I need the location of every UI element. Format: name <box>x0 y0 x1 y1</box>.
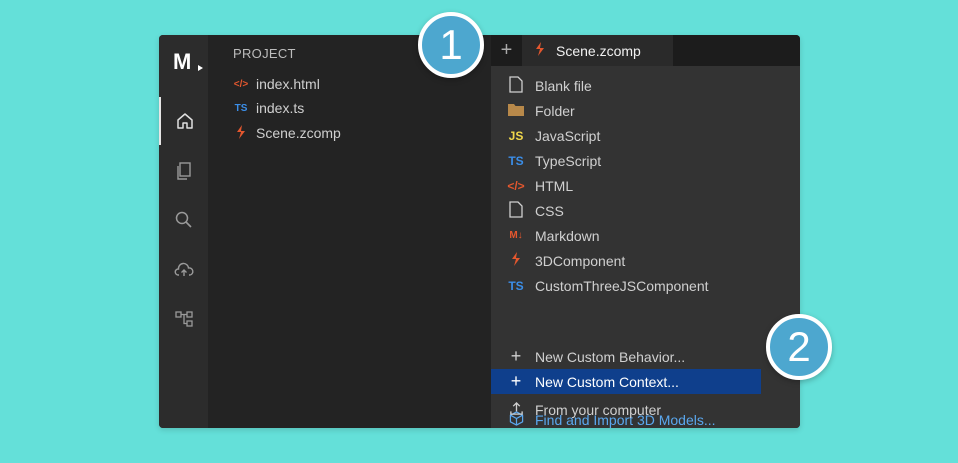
project-title: PROJECT <box>233 46 296 61</box>
menu-item-markdown[interactable]: M↓ Markdown <box>491 223 800 248</box>
menu-item-label: New Custom Context... <box>535 373 679 390</box>
typescript-icon: TS <box>508 278 524 293</box>
menu-item-javascript[interactable]: JS JavaScript <box>491 123 800 148</box>
menu-item-label: CSS <box>535 202 564 219</box>
menu-item-3dcomponent[interactable]: 3DComponent <box>491 248 800 273</box>
menu-item-label: New Custom Behavior... <box>535 348 686 365</box>
markdown-icon: M↓ <box>509 230 523 241</box>
typescript-icon: TS <box>508 153 524 168</box>
callout-1: 1 <box>418 12 484 78</box>
menu-item-new-custom-behavior[interactable]: + New Custom Behavior... <box>491 344 800 369</box>
tab-bar: + Scene.zcomp <box>491 35 800 66</box>
menu-item-label: CustomThreeJSComponent <box>535 277 709 294</box>
menu-item-css[interactable]: CSS <box>491 198 800 223</box>
cloud-upload-icon <box>174 262 193 276</box>
menu-item-label: 3DComponent <box>535 252 626 269</box>
menu-item-label: TypeScript <box>535 152 602 169</box>
tab-label: Scene.zcomp <box>556 42 641 59</box>
menu-item-label: HTML <box>535 177 574 194</box>
hierarchy-icon <box>174 311 193 327</box>
menu-item-new-custom-context[interactable]: + New Custom Context... <box>491 369 761 394</box>
hierarchy-button[interactable] <box>159 295 208 343</box>
project-panel: PROJECT </> index.html TS index.ts Scene… <box>208 35 491 428</box>
file-item-index-html[interactable]: </> index.html <box>233 73 320 95</box>
files-icon <box>176 162 191 180</box>
menu-item-label: Blank file <box>535 77 592 94</box>
html-icon: </> <box>507 178 525 193</box>
menu-item-label: Markdown <box>535 227 600 244</box>
editor-window: M PROJECT </> index.html TS index.ts Sce… <box>159 35 800 428</box>
menu-item-label: JavaScript <box>535 127 601 144</box>
activity-bar: M <box>159 35 208 428</box>
menu-item-typescript[interactable]: TS TypeScript <box>491 148 800 173</box>
file-item-scene-zcomp[interactable]: Scene.zcomp <box>233 122 341 144</box>
logo-triangle <box>198 65 203 71</box>
new-file-menu: Blank file Folder JS JavaScript TS TypeS… <box>491 66 800 428</box>
file-name: index.ts <box>256 100 305 116</box>
plus-icon: + <box>510 371 522 391</box>
menu-item-from-your-computer[interactable]: From your computer <box>491 397 800 422</box>
callout-2: 2 <box>766 314 832 380</box>
html-icon: </> <box>233 78 249 90</box>
upload-icon <box>507 401 525 419</box>
logo-text: M <box>173 49 191 74</box>
menu-item-blank-file[interactable]: Blank file <box>491 73 800 98</box>
zapworks-icon <box>534 42 546 59</box>
home-icon <box>176 113 193 129</box>
menu-item-label: Folder <box>535 102 575 119</box>
new-file-button[interactable]: + <box>491 35 522 66</box>
file-item-index-ts[interactable]: TS index.ts <box>233 97 305 119</box>
zapworks-icon <box>233 124 249 142</box>
tab-scene-zcomp[interactable]: Scene.zcomp <box>522 35 673 66</box>
menu-item-label: From your computer <box>535 401 662 418</box>
home-button[interactable] <box>159 97 208 145</box>
search-icon <box>175 211 192 228</box>
publish-button[interactable] <box>159 246 208 294</box>
file-icon <box>507 200 525 221</box>
typescript-icon: TS <box>234 102 248 114</box>
file-name: index.html <box>256 76 320 92</box>
menu-item-folder[interactable]: Folder <box>491 98 800 123</box>
file-icon <box>507 75 525 96</box>
plus-icon: + <box>510 346 522 366</box>
file-name: Scene.zcomp <box>256 125 341 141</box>
menu-item-customthreejscomponent[interactable]: TS CustomThreeJSComponent <box>491 273 800 298</box>
folder-icon <box>507 103 525 119</box>
menu-item-html[interactable]: </> HTML <box>491 173 800 198</box>
app-logo: M <box>173 49 203 75</box>
zapworks-icon <box>507 252 525 269</box>
files-button[interactable] <box>159 147 208 195</box>
javascript-icon: JS <box>508 128 524 143</box>
search-button[interactable] <box>159 196 208 244</box>
